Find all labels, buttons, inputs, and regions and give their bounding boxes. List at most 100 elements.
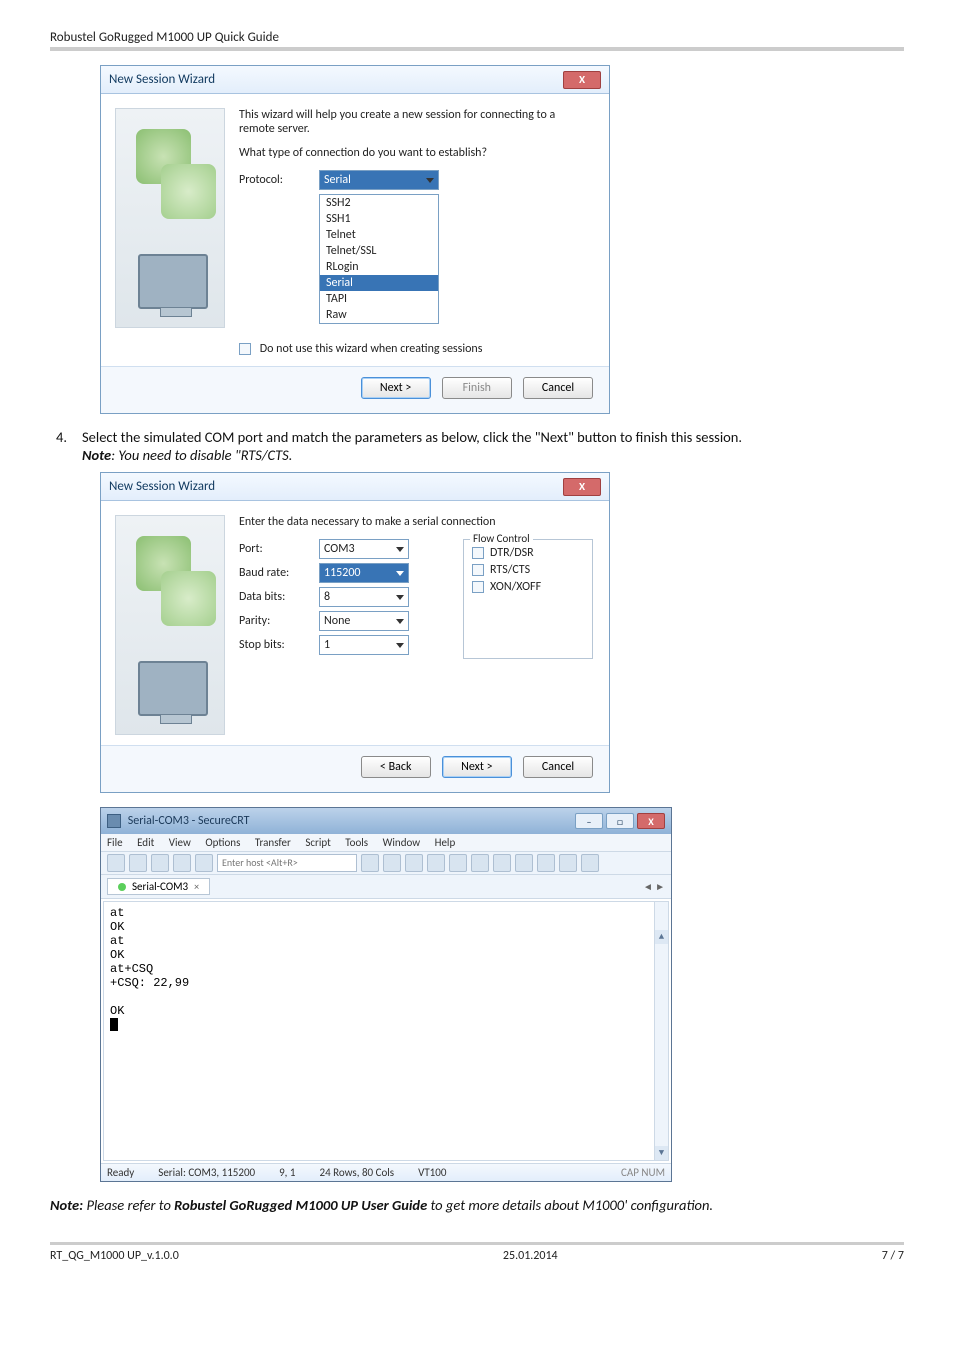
terminal-output: at OK at OK at+CSQ +CSQ: 22,99 OK [110, 906, 189, 1018]
toolbar-icon[interactable] [537, 854, 555, 872]
toolbar-icon[interactable] [195, 854, 213, 872]
final-note-bold: Robustel GoRugged M1000 UP User Guide [174, 1196, 427, 1214]
menu-tools[interactable]: Tools [345, 836, 368, 849]
back-button[interactable]: < Back [361, 756, 431, 778]
host-input[interactable]: Enter host <Alt+R> [217, 854, 357, 872]
session-tab[interactable]: Serial-COM3 × [107, 878, 210, 895]
list-item[interactable]: RLogin [320, 259, 438, 275]
toolbar-icon[interactable] [449, 854, 467, 872]
wizard-intro: This wizard will help you create a new s… [239, 108, 593, 136]
cancel-button[interactable]: Cancel [523, 756, 593, 778]
chevron-down-icon [396, 547, 404, 552]
toolbar: Enter host <Alt+R> [101, 852, 671, 875]
menu-view[interactable]: View [169, 836, 191, 849]
close-icon[interactable]: X [563, 478, 601, 496]
dont-use-wizard-checkbox[interactable] [239, 343, 251, 355]
parity-label: Parity: [239, 614, 309, 628]
menu-options[interactable]: Options [205, 836, 240, 849]
list-item[interactable]: SSH1 [320, 211, 438, 227]
menu-help[interactable]: Help [435, 836, 456, 849]
toolbar-icon[interactable] [151, 854, 169, 872]
finish-button: Finish [442, 377, 512, 399]
minimize-icon[interactable]: – [575, 813, 603, 829]
cancel-button[interactable]: Cancel [523, 377, 593, 399]
session-tabs: Serial-COM3 × ◄ ► [101, 875, 671, 899]
toolbar-icon[interactable] [129, 854, 147, 872]
parity-dropdown[interactable]: None [319, 611, 409, 631]
status-emulation: VT100 [418, 1166, 446, 1179]
menu-bar[interactable]: File Edit View Options Transfer Script T… [101, 834, 671, 852]
toolbar-icon[interactable] [493, 854, 511, 872]
dtr-dsr-label: DTR/DSR [490, 546, 534, 560]
stopbits-dropdown[interactable]: 1 [319, 635, 409, 655]
chevron-down-icon [426, 178, 434, 183]
list-item-selected[interactable]: Serial [320, 275, 438, 291]
close-icon[interactable]: X [563, 71, 601, 89]
toolbar-icon[interactable] [405, 854, 423, 872]
dialog-titlebar[interactable]: New Session Wizard X [101, 473, 609, 501]
menu-window[interactable]: Window [383, 836, 421, 849]
protocol-listbox[interactable]: SSH2 SSH1 Telnet Telnet/SSL RLogin Seria… [319, 194, 439, 324]
menu-script[interactable]: Script [305, 836, 330, 849]
status-cursor-pos: 9, 1 [279, 1166, 295, 1179]
databits-value: 8 [324, 590, 330, 604]
toolbar-icon[interactable] [471, 854, 489, 872]
port-label: Port: [239, 542, 309, 556]
dialog-titlebar[interactable]: New Session Wizard X [101, 66, 609, 94]
step4-text: Select the simulated COM port and match … [82, 428, 742, 446]
wizard-serial-dialog: New Session Wizard X Enter the data nece… [100, 472, 610, 793]
toolbar-icon[interactable] [559, 854, 577, 872]
next-button[interactable]: Next > [442, 756, 512, 778]
databits-label: Data bits: [239, 590, 309, 604]
footer-left: RT_QG_M1000 UP_v.1.0.0 [50, 1249, 179, 1263]
tab-close-icon[interactable]: × [194, 880, 199, 893]
wizard-protocol-dialog: New Session Wizard X This wizard will he… [100, 65, 610, 414]
scroll-up-icon[interactable]: ▲ [655, 930, 668, 944]
scrollbar[interactable]: ▲ ▼ [654, 902, 668, 1160]
status-ready: Ready [107, 1166, 134, 1179]
menu-edit[interactable]: Edit [137, 836, 154, 849]
header-rule [50, 47, 904, 51]
list-item[interactable]: TAPI [320, 291, 438, 307]
menu-file[interactable]: File [107, 836, 123, 849]
menu-transfer[interactable]: Transfer [255, 836, 291, 849]
toolbar-icon[interactable] [515, 854, 533, 872]
maximize-icon[interactable]: □ [606, 813, 634, 829]
toolbar-icon[interactable] [427, 854, 445, 872]
footer-right: 7 / 7 [882, 1249, 904, 1263]
status-bar: Ready Serial: COM3, 115200 9, 1 24 Rows,… [101, 1163, 671, 1181]
tab-scroll-arrows[interactable]: ◄ ► [643, 880, 665, 893]
rts-cts-checkbox[interactable] [472, 564, 484, 576]
port-value: COM3 [324, 542, 355, 556]
list-item[interactable]: SSH2 [320, 195, 438, 211]
window-titlebar[interactable]: Serial-COM3 - SecureCRT – □ X [101, 808, 671, 834]
status-led-icon [118, 883, 126, 891]
toolbar-icon[interactable] [107, 854, 125, 872]
wizard-art [115, 108, 225, 328]
securecrt-window: Serial-COM3 - SecureCRT – □ X File Edit … [100, 807, 672, 1182]
protocol-dropdown[interactable]: Serial [319, 170, 439, 190]
next-button[interactable]: Next > [361, 377, 431, 399]
dtr-dsr-checkbox[interactable] [472, 547, 484, 559]
list-item[interactable]: Telnet [320, 227, 438, 243]
list-item[interactable]: Telnet/SSL [320, 243, 438, 259]
xon-xoff-checkbox[interactable] [472, 581, 484, 593]
list-item[interactable]: Raw [320, 307, 438, 323]
protocol-value: Serial [324, 173, 351, 187]
stopbits-value: 1 [324, 638, 330, 652]
chevron-down-icon [396, 571, 404, 576]
toolbar-icon[interactable] [173, 854, 191, 872]
footer-center: 25.01.2014 [503, 1249, 558, 1263]
terminal-pane[interactable]: at OK at OK at+CSQ +CSQ: 22,99 OK ▲ ▼ [103, 901, 669, 1161]
toolbar-icon[interactable] [383, 854, 401, 872]
final-note-prefix: Note: [50, 1196, 83, 1214]
final-note-mid2: to get more details about M1000' configu… [427, 1196, 713, 1214]
port-dropdown[interactable]: COM3 [319, 539, 409, 559]
toolbar-icon[interactable] [581, 854, 599, 872]
toolbar-icon[interactable] [361, 854, 379, 872]
chevron-down-icon [396, 619, 404, 624]
close-icon[interactable]: X [637, 813, 665, 829]
scroll-down-icon[interactable]: ▼ [655, 1146, 668, 1160]
baud-dropdown[interactable]: 115200 [319, 563, 409, 583]
databits-dropdown[interactable]: 8 [319, 587, 409, 607]
